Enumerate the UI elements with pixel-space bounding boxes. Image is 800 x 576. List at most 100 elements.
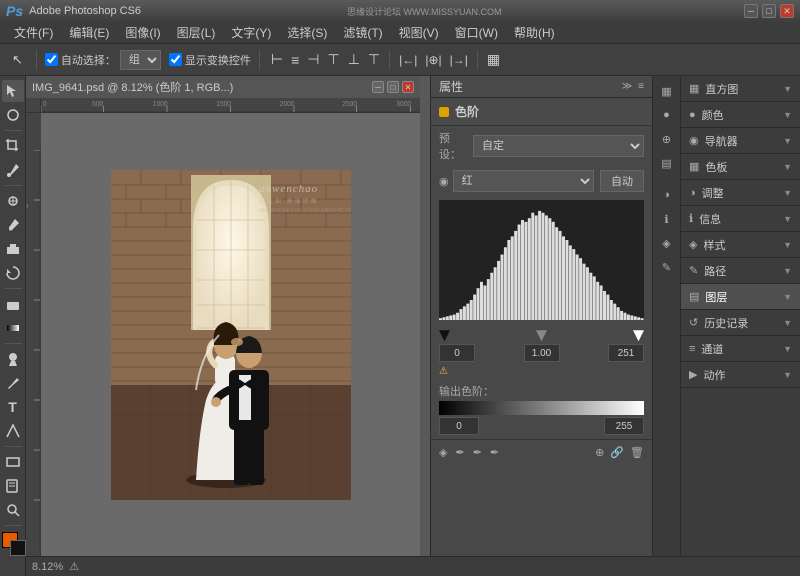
rpi-channels[interactable]: ≡ 通道 ▼ (681, 336, 800, 362)
input-slider-row (439, 324, 644, 342)
properties-title: 属性 (439, 78, 463, 95)
color-side-icon[interactable]: ● (656, 104, 678, 126)
preset-select[interactable]: 自定 (473, 135, 644, 157)
panel-menu-icon[interactable]: ≡ (638, 81, 644, 92)
histogram-side-icon[interactable]: ▦ (656, 80, 678, 102)
color-picker[interactable] (2, 532, 26, 556)
align-right-btn[interactable]: ⊣ (304, 50, 322, 69)
rpi-info[interactable]: ℹ 信息 ▼ (681, 206, 800, 232)
text-tool[interactable]: T (2, 396, 24, 418)
menu-filter[interactable]: 滤镜(T) (335, 22, 390, 43)
arrange-btn[interactable]: ▦ (484, 50, 503, 69)
crop-tool[interactable] (2, 135, 24, 157)
clip-indicator[interactable]: ◈ (439, 446, 447, 459)
align-center-v-btn[interactable]: ⊥ (345, 50, 363, 69)
menu-view[interactable]: 视图(V) (391, 22, 447, 43)
menu-file[interactable]: 文件(F) (6, 22, 61, 43)
eyedropper-black[interactable]: ✒ (455, 446, 464, 459)
eraser-tool[interactable] (2, 293, 24, 315)
rpi-swatches[interactable]: ▦ 色板 ▼ (681, 154, 800, 180)
rpi-histogram[interactable]: ▦ 直方图 ▼ (681, 76, 800, 102)
menu-select[interactable]: 选择(S) (279, 22, 335, 43)
rpi-layers[interactable]: ▤ 图层 ▼ (681, 284, 800, 310)
levels-color-indicator (439, 107, 449, 117)
history-brush-tool[interactable] (2, 262, 24, 284)
healing-brush-tool[interactable] (2, 190, 24, 212)
rpi-actions[interactable]: ▶ 动作 ▼ (681, 362, 800, 388)
rpi-color[interactable]: ● 颜色 ▼ (681, 102, 800, 128)
doc-maximize-btn[interactable]: □ (387, 81, 399, 93)
menu-help[interactable]: 帮助(H) (506, 22, 563, 43)
clone-stamp-tool[interactable] (2, 238, 24, 260)
channel-select[interactable]: 红 绿 蓝 RGB (453, 170, 594, 192)
align-center-h-btn[interactable]: ≡ (288, 51, 302, 69)
paths-side-icon[interactable]: ✎ (656, 256, 678, 278)
auto-select-checkbox[interactable]: 自动选择： (45, 52, 116, 68)
input-white-value[interactable]: 251 (608, 344, 644, 362)
styles-side-icon[interactable]: ◈ (656, 232, 678, 254)
notes-tool[interactable] (2, 475, 24, 497)
selection-tool[interactable] (2, 80, 24, 102)
main-area: T IMG_9641.psd @ 8.12% (色阶 1, RGB...) (0, 76, 800, 576)
dodge-tool[interactable] (2, 348, 24, 370)
distribute-center-btn[interactable]: |⊕| (422, 52, 444, 68)
swatches-side-icon[interactable]: ▤ (656, 152, 678, 174)
site-url: 思缘设计论坛 WWW.MISSYUAN.COM (347, 5, 502, 18)
navigator-side-icon[interactable]: ⊕ (656, 128, 678, 150)
adjustments-side-icon[interactable]: ◑ (656, 184, 678, 206)
doc-close-btn[interactable]: ✕ (402, 81, 414, 93)
path-select-tool[interactable] (2, 420, 24, 442)
color-rpi-icon: ● (689, 109, 696, 121)
distribute-left-btn[interactable]: |←| (396, 52, 420, 68)
brush-tool[interactable] (2, 214, 24, 236)
show-transform-check[interactable] (169, 53, 182, 66)
rpi-navigator[interactable]: ◉ 导航器 ▼ (681, 128, 800, 154)
menu-text[interactable]: 文字(Y) (223, 22, 279, 43)
tool-sep-4 (4, 343, 22, 344)
pen-tool[interactable] (2, 372, 24, 394)
gradient-tool[interactable] (2, 317, 24, 339)
auto-button[interactable]: 自动 (600, 170, 644, 192)
zoom-tool[interactable] (2, 499, 24, 521)
swatches-rpi-label: 色板 (705, 159, 727, 175)
tool-sep-5 (4, 446, 22, 447)
menu-image[interactable]: 图像(I) (117, 22, 168, 43)
eyedropper-tool[interactable] (2, 159, 24, 181)
align-bottom-btn[interactable]: ⊤ (365, 50, 383, 69)
swatches-expand-arrow: ▼ (783, 162, 792, 172)
align-left-btn[interactable]: ⊢ (268, 50, 286, 69)
color-rpi-label: 颜色 (702, 107, 724, 123)
auto-select-check[interactable] (45, 53, 58, 66)
eyedropper-gray[interactable]: ✒ (473, 446, 482, 459)
panel-collapse-icon[interactable]: ≫ (622, 81, 632, 92)
rpi-adjustments[interactable]: ◑ 调整 ▼ (681, 180, 800, 206)
eyedropper-white[interactable]: ✒ (490, 446, 499, 459)
input-mid-value[interactable]: 1.00 (524, 344, 560, 362)
menu-edit[interactable]: 编辑(E) (61, 22, 117, 43)
doc-minimize-btn[interactable]: ─ (372, 81, 384, 93)
lasso-tool[interactable] (2, 104, 24, 126)
rpi-history[interactable]: ↺ 历史记录 ▼ (681, 310, 800, 336)
rpi-paths[interactable]: ✎ 路径 ▼ (681, 258, 800, 284)
show-transform-checkbox[interactable]: 显示变换控件 (169, 52, 251, 68)
background-color[interactable] (10, 540, 26, 556)
input-black-value[interactable]: 0 (439, 344, 475, 362)
align-top-btn[interactable]: ⊤ (324, 50, 342, 69)
delete-btn[interactable]: 🗑 (630, 446, 644, 459)
menu-layer[interactable]: 图层(L) (169, 22, 224, 43)
add-mask-btn[interactable]: ⊕ (595, 446, 604, 459)
distribute-right-btn[interactable]: |→| (447, 52, 471, 68)
menu-window[interactable]: 窗口(W) (447, 22, 506, 43)
info-side-icon[interactable]: ℹ (656, 208, 678, 230)
output-black-value[interactable]: 0 (439, 417, 479, 435)
minimize-button[interactable]: ─ (744, 4, 758, 18)
auto-select-type[interactable]: 组 (120, 50, 161, 70)
move-tool-btn[interactable]: ↖ (6, 50, 29, 70)
output-white-value[interactable]: 255 (604, 417, 644, 435)
link-btn[interactable]: 🔗 (610, 446, 624, 459)
swatches-rpi-icon: ▦ (689, 160, 699, 173)
maximize-button[interactable]: □ (762, 4, 776, 18)
rectangle-tool[interactable] (2, 451, 24, 473)
close-button[interactable]: ✕ (780, 4, 794, 18)
rpi-styles[interactable]: ◈ 样式 ▼ (681, 232, 800, 258)
